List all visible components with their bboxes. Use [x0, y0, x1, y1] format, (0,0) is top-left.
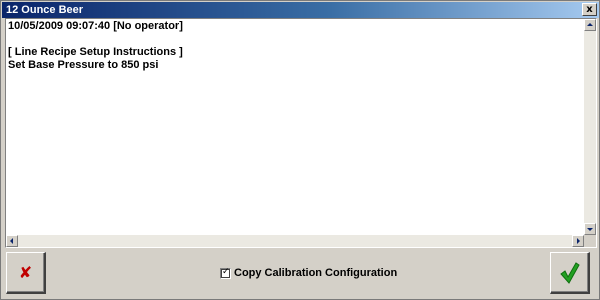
log-line: [ Line Recipe Setup Instructions ]: [8, 46, 183, 58]
scroll-up-button[interactable]: [584, 19, 596, 31]
close-icon: x: [586, 4, 593, 15]
ok-button[interactable]: [550, 252, 590, 294]
instructions-text-area[interactable]: 10/05/2009 09:07:40 [No operator] [ Line…: [5, 18, 597, 248]
log-line: Set Base Pressure to 850 psi: [8, 59, 159, 71]
title-bar[interactable]: 12 Ounce Beer x: [2, 2, 599, 18]
cancel-button[interactable]: ✘: [6, 252, 46, 294]
horizontal-scrollbar[interactable]: [6, 235, 584, 247]
window-title: 12 Ounce Beer: [6, 4, 84, 16]
vertical-scrollbar[interactable]: [584, 19, 596, 235]
copy-calibration-label[interactable]: Copy Calibration Configuration: [234, 267, 397, 280]
arrow-left-icon: [10, 238, 13, 244]
scrollbar-corner: [584, 235, 596, 247]
button-bar: ✘ ✓ Copy Calibration Configuration: [1, 249, 599, 299]
scroll-down-button[interactable]: [584, 223, 596, 235]
log-line: 10/05/2009 09:07:40 [No operator]: [8, 20, 183, 32]
checkmark-icon: ✓: [222, 267, 230, 277]
scroll-right-button[interactable]: [572, 235, 584, 247]
arrow-right-icon: [577, 238, 580, 244]
instructions-text: 10/05/2009 09:07:40 [No operator] [ Line…: [8, 20, 582, 72]
scroll-left-button[interactable]: [6, 235, 18, 247]
copy-calibration-checkbox[interactable]: ✓: [220, 267, 231, 279]
green-check-icon: [551, 253, 588, 292]
arrow-up-icon: [587, 23, 593, 26]
red-x-icon: ✘: [18, 263, 33, 282]
close-button[interactable]: x: [582, 3, 597, 16]
arrow-down-icon: [587, 228, 593, 231]
dialog-window: 12 Ounce Beer x 10/05/2009 09:07:40 [No …: [0, 0, 600, 300]
